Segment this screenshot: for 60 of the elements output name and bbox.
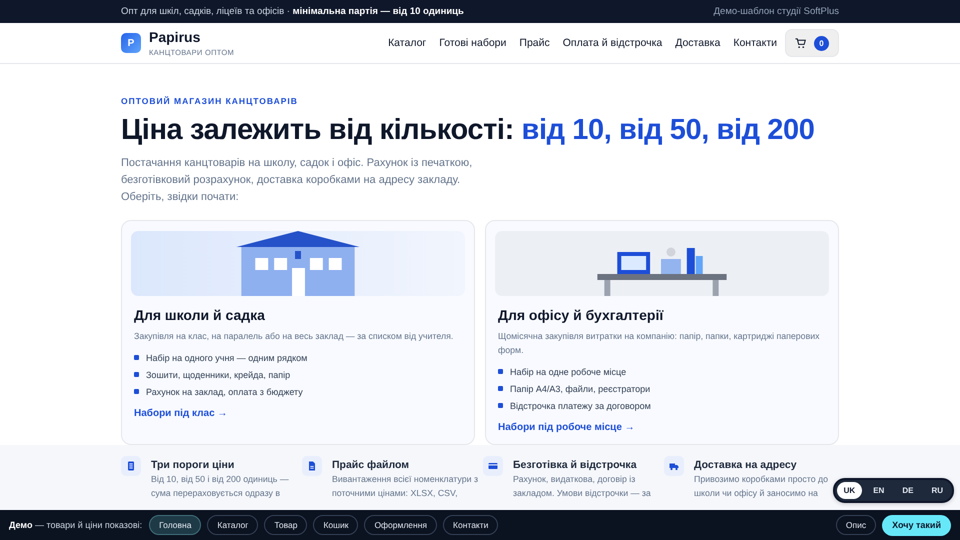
- nav-link[interactable]: Готові набори: [439, 37, 506, 49]
- language-option[interactable]: EN: [866, 482, 892, 499]
- list-item-text: Рахунок на заклад, оплата з бюджету: [146, 386, 303, 396]
- page-tab[interactable]: Контакти: [443, 515, 498, 535]
- feature-description: Рахунок, видаткова, договір із закладом. Умови відстрочки — за: [513, 473, 652, 500]
- cart-count: 0: [814, 36, 829, 50]
- feature-description: Вивантаження всієї номенклатури з поточними цінами: XLSX, CSV,: [332, 473, 479, 500]
- page-tab[interactable]: Оформлення: [364, 515, 438, 535]
- feature-title: Три пороги ціни: [151, 459, 236, 471]
- feature-title: Доставка на адресу: [694, 459, 798, 471]
- card-icon: [488, 461, 498, 471]
- hero-description: Постачання канцтоварів на школу, садок і офіс. Рахунок із печаткою, безготівковий розрахунок, доставка коробками на адресу закладу.: [121, 156, 474, 188]
- language-option[interactable]: RU: [924, 482, 950, 499]
- card-title: Для школи й садка: [134, 307, 266, 323]
- language-option[interactable]: UK: [836, 482, 862, 499]
- bullet-icon: [134, 372, 139, 377]
- cta-button[interactable]: Хочу такий: [882, 514, 951, 536]
- card-link[interactable]: Набори під клас →: [134, 408, 228, 419]
- truck-icon: [669, 461, 679, 471]
- nav-link[interactable]: Каталог: [388, 37, 426, 49]
- promo-text: Опт для шкіл, садків, ліцеїв та офісів · мінімальна партія — від 10 одиниць: [121, 6, 464, 17]
- credit-text: Демо-шаблон студії SoftPlus: [714, 6, 839, 17]
- hero-heading: Ціна залежить від кількості: від 10, від 50, від 200: [121, 114, 816, 147]
- cart-button[interactable]: 0: [785, 29, 839, 57]
- list-item-text: Набір на одне робоче місце: [510, 366, 626, 376]
- about-button[interactable]: Опис: [836, 515, 876, 535]
- feature-title: Безготівка й відстрочка: [513, 459, 638, 471]
- hero-prompt: Оберіть, звідки почати:: [121, 190, 240, 205]
- list-item-text: Набір на одного учня — одним рядком: [146, 352, 308, 362]
- page-tab[interactable]: Головна: [149, 515, 202, 535]
- logo-icon[interactable]: P: [121, 33, 141, 53]
- bullet-icon: [498, 403, 503, 408]
- feature-description: Від 10, від 50 і від 200 одиниць — сума перераховується одразу в: [151, 473, 290, 500]
- cart-icon: [795, 38, 806, 48]
- card-link[interactable]: Набори під робоче місце →: [498, 422, 635, 433]
- feature-title: Прайс файлом: [332, 459, 410, 471]
- feature-description: Привозимо коробками просто до школи чи офісу й заносимо на: [694, 473, 830, 500]
- eyebrow-text: ОПТОВИЙ МАГАЗИН КАНЦТОВАРІВ: [121, 96, 299, 106]
- card-description: Щомісячна закупівля витратки на компанію: папір, папки, картриджі паперових форм.: [498, 330, 821, 357]
- list-item-text: Папір А4/А3, файли, реєстратори: [510, 384, 650, 394]
- language-option[interactable]: DE: [895, 482, 920, 499]
- file-icon: [307, 461, 317, 471]
- list-item-text: Відстрочка платежу за договором: [510, 400, 651, 410]
- nav-link[interactable]: Оплата й відстрочка: [562, 37, 662, 49]
- page-tab[interactable]: Товар: [264, 515, 308, 535]
- nav-link[interactable]: Контакти: [733, 37, 777, 49]
- list-item-text: Зошити, щоденники, крейда, папір: [146, 370, 290, 380]
- bullet-icon: [134, 389, 139, 394]
- bullet-icon: [134, 355, 139, 360]
- nav-link[interactable]: Прайс: [519, 37, 550, 49]
- nav-link[interactable]: Доставка: [675, 37, 720, 49]
- demo-label: Демо — товари й ціни показові:: [9, 520, 142, 530]
- card-title: Для офісу й бухгалтерії: [498, 307, 664, 323]
- brand-name: Papirus: [149, 30, 202, 44]
- page-tab[interactable]: Каталог: [207, 515, 258, 535]
- card-description: Закупівля на клас, на паралель або на весь заклад — за списком від учителя.: [134, 330, 454, 343]
- page-tab[interactable]: Кошик: [313, 515, 358, 535]
- bullet-icon: [498, 369, 503, 374]
- document-icon: [126, 461, 136, 471]
- bullet-icon: [498, 386, 503, 391]
